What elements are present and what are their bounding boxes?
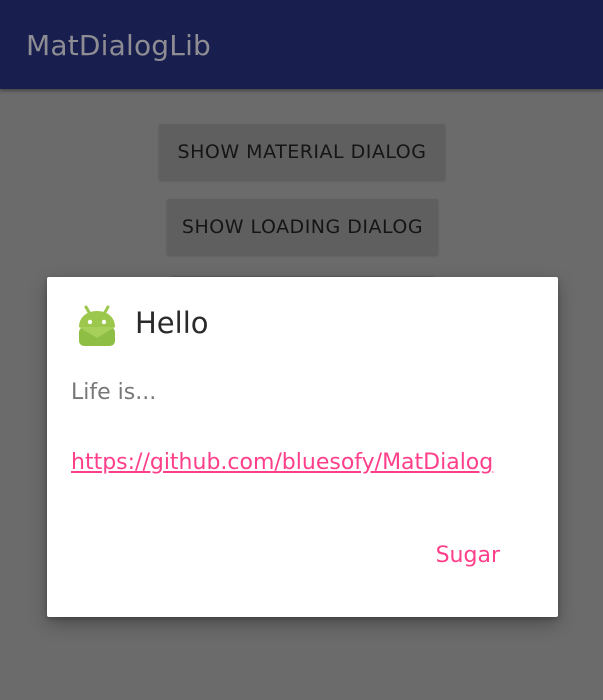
app-bar: MatDialogLib <box>0 0 603 89</box>
app-screen: MatDialogLib SHOW MATERIAL DIALOG SHOW L… <box>0 0 603 700</box>
show-material-dialog-button[interactable]: SHOW MATERIAL DIALOG <box>159 124 445 180</box>
sugar-action-button[interactable]: Sugar <box>436 541 500 571</box>
show-loading-dialog-button[interactable]: SHOW LOADING DIALOG <box>167 199 438 255</box>
github-link[interactable]: https://github.com/bluesofy/MatDialog <box>71 448 493 478</box>
dialog-message: Life is... <box>71 380 157 405</box>
android-robot-icon <box>79 305 115 346</box>
dialog-title: Hello <box>135 306 209 340</box>
material-dialog: Hello Life is... https://github.com/blue… <box>47 277 558 617</box>
app-title: MatDialogLib <box>26 29 212 62</box>
